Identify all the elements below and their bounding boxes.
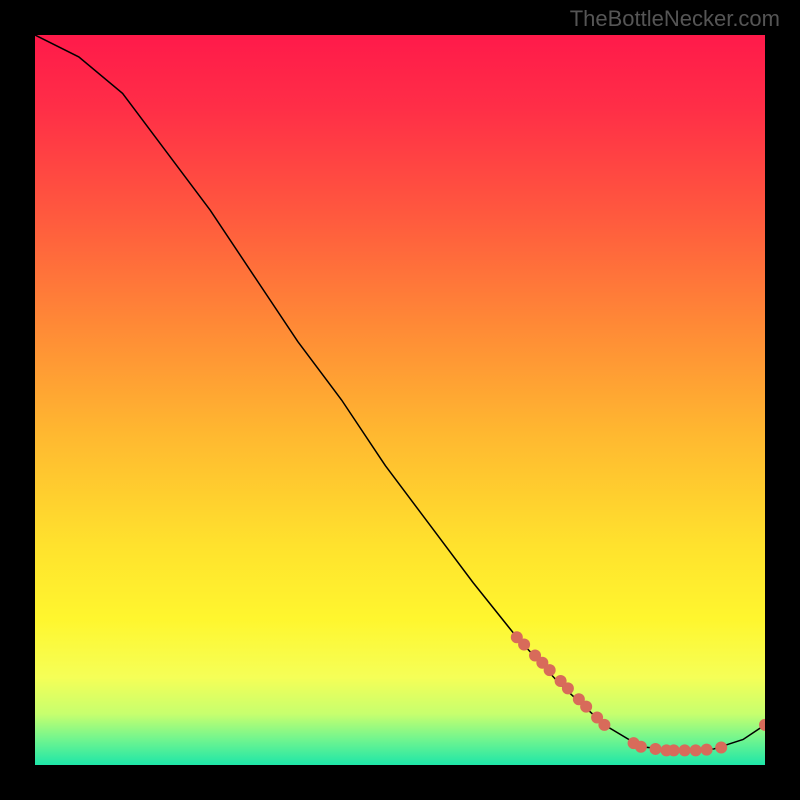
- data-marker: [598, 719, 610, 731]
- data-marker: [650, 743, 662, 755]
- plot-area: [35, 35, 765, 765]
- data-marker: [701, 744, 713, 756]
- chart-svg: [35, 35, 765, 765]
- data-marker: [715, 741, 727, 753]
- data-marker: [518, 639, 530, 651]
- data-marker: [562, 682, 574, 694]
- data-marker: [635, 741, 647, 753]
- chart-container: TheBottleNecker.com: [0, 0, 800, 800]
- data-marker: [690, 744, 702, 756]
- data-marker: [580, 701, 592, 713]
- data-marker: [544, 664, 556, 676]
- gradient-background: [35, 35, 765, 765]
- watermark-text: TheBottleNecker.com: [570, 6, 780, 32]
- data-marker: [679, 744, 691, 756]
- data-marker: [668, 744, 680, 756]
